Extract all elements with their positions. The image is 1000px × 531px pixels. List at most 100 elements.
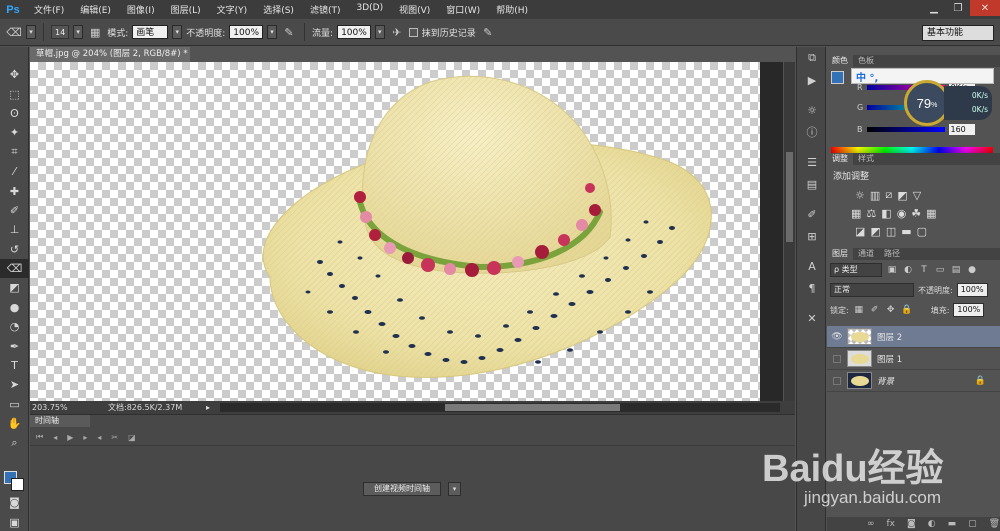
panel-foreground-swatch[interactable]	[831, 71, 844, 84]
menu-item[interactable]: 图像(I)	[119, 3, 163, 16]
info-panel-icon[interactable]: ⓘ	[797, 121, 827, 143]
paint-bucket-tool-icon[interactable]: ◩	[0, 278, 29, 297]
filter-toggle-icon[interactable]: ●	[966, 264, 978, 276]
brush-size-dropdown[interactable]: ▾	[73, 25, 84, 39]
close-button[interactable]: ✕	[970, 0, 1000, 16]
photo-filter-icon[interactable]: ◉	[897, 207, 907, 220]
eraser-tool-icon[interactable]: ⌫	[6, 24, 22, 40]
new-adjustment-icon[interactable]: ◐	[928, 519, 936, 529]
link-layers-icon[interactable]: ∞	[867, 519, 875, 529]
eyedropper-tool-icon[interactable]: ⁄	[0, 162, 29, 181]
menu-item[interactable]: 图层(L)	[163, 3, 209, 16]
eraser-tool-icon[interactable]: ⌫	[0, 258, 29, 279]
history-panel-icon[interactable]: ⧉	[797, 47, 827, 69]
menu-item[interactable]: 视图(V)	[391, 3, 438, 16]
tab-adjustments[interactable]: 调整	[827, 153, 853, 165]
delete-layer-icon[interactable]: 🗑	[989, 519, 1000, 529]
selective-color-icon[interactable]: ▢	[917, 225, 927, 238]
marquee-tool-icon[interactable]: ⬚	[0, 84, 29, 103]
lock-position-icon[interactable]: ✥	[885, 304, 897, 316]
visibility-toggle[interactable]	[833, 354, 841, 363]
vertical-scroll-thumb[interactable]	[786, 152, 793, 242]
create-video-timeline-dropdown[interactable]: ▾	[448, 482, 461, 496]
fill-field[interactable]: 100%	[953, 303, 985, 317]
layer-filter-select[interactable]: ρ 类型	[830, 263, 882, 277]
magic-wand-tool-icon[interactable]: ✦	[0, 123, 29, 142]
brightness-contrast-icon[interactable]: ☼	[855, 189, 865, 202]
split-icon[interactable]: ✂	[111, 433, 118, 442]
gradient-map-icon[interactable]: ▬	[901, 225, 911, 238]
filter-adjust-icon[interactable]: ◐	[902, 264, 914, 276]
menu-item[interactable]: 3D(D)	[348, 3, 391, 16]
layer-name[interactable]: 图层 1	[877, 353, 902, 365]
document-canvas-area[interactable]	[30, 62, 783, 401]
crop-tool-icon[interactable]: ⌗	[0, 143, 29, 162]
dodge-tool-icon[interactable]: ◔	[0, 317, 29, 336]
menu-item[interactable]: 帮助(H)	[488, 3, 536, 16]
brush-size-picker[interactable]: 14	[51, 25, 70, 39]
workspace-select[interactable]: 基本功能	[922, 25, 994, 41]
restore-button[interactable]: ❐	[946, 0, 970, 16]
invert-icon[interactable]: ◪	[855, 225, 865, 238]
pressure-size-icon[interactable]: ✎	[480, 24, 496, 40]
levels-icon[interactable]: ▥	[870, 189, 880, 202]
tab-styles[interactable]: 样式	[853, 153, 879, 165]
filter-shape-icon[interactable]: ▭	[934, 264, 946, 276]
layer-row[interactable]: 👁 图层 2	[827, 326, 1000, 348]
color-balance-icon[interactable]: ⚖	[866, 207, 876, 220]
horizontal-scroll-thumb[interactable]	[445, 404, 620, 411]
tool-preset-dropdown[interactable]: ▾	[26, 25, 36, 39]
hand-tool-icon[interactable]: ✋	[0, 414, 29, 433]
mode-dropdown[interactable]: ▾	[172, 25, 183, 39]
filter-type-icon[interactable]: T	[918, 264, 930, 276]
history-brush-tool-icon[interactable]: ↺	[0, 240, 29, 259]
screen-mode-icon[interactable]: ▣	[0, 513, 29, 531]
quick-mask-icon[interactable]: ◙	[0, 493, 29, 512]
clone-stamp-tool-icon[interactable]: ⊥	[0, 220, 29, 239]
layer-opacity-field[interactable]: 100%	[956, 283, 988, 297]
minimize-button[interactable]: ▁	[922, 0, 946, 16]
lasso-tool-icon[interactable]: ʘ	[0, 104, 29, 123]
actions-panel-icon[interactable]: ▶	[797, 69, 827, 91]
lock-all-icon[interactable]: 🔒	[901, 304, 913, 316]
menu-item[interactable]: 窗口(W)	[438, 3, 488, 16]
next-frame-icon[interactable]: ▸	[83, 433, 87, 442]
layer-style-icon[interactable]: fx	[887, 519, 896, 529]
layer-name[interactable]: 图层 2	[877, 331, 902, 343]
menu-item[interactable]: 文件(F)	[26, 3, 72, 16]
character-panel-icon[interactable]: A	[797, 255, 827, 277]
color-swatches[interactable]	[4, 471, 26, 493]
layer-name[interactable]: 背景	[877, 375, 894, 387]
blend-mode-select[interactable]: 正常	[830, 283, 914, 297]
first-frame-icon[interactable]: ⏮	[36, 432, 43, 442]
flow-dropdown[interactable]: ▾	[374, 25, 385, 39]
new-group-icon[interactable]: ▬	[948, 519, 957, 529]
filter-pixel-icon[interactable]: ▣	[886, 264, 898, 276]
color-lookup-icon[interactable]: ▦	[926, 207, 936, 220]
play-icon[interactable]: ▶	[67, 433, 73, 442]
prev-frame-icon[interactable]: ◂	[53, 433, 57, 442]
path-selection-tool-icon[interactable]: ➤	[0, 375, 29, 394]
menu-item[interactable]: 选择(S)	[255, 3, 302, 16]
brush-panel-icon[interactable]: ▦	[87, 24, 103, 40]
opacity-field[interactable]: 100%	[229, 25, 264, 39]
audio-icon[interactable]: ◂	[97, 433, 101, 442]
transition-icon[interactable]: ◪	[128, 433, 136, 442]
menu-item[interactable]: 文字(Y)	[209, 3, 256, 16]
create-video-timeline-button[interactable]: 创建视频时间轴	[363, 482, 441, 496]
curves-icon[interactable]: ⧄	[885, 188, 892, 202]
black-white-icon[interactable]: ◧	[881, 207, 891, 220]
airbrush-icon[interactable]: ✈	[389, 24, 405, 40]
shape-tool-icon[interactable]: ▭	[0, 395, 29, 414]
healing-brush-tool-icon[interactable]: ✚	[0, 181, 29, 200]
channel-mixer-icon[interactable]: ☘	[911, 207, 921, 220]
tab-channels[interactable]: 通道	[853, 248, 879, 260]
layer-comps-icon[interactable]: ▤	[797, 173, 827, 195]
type-tool-icon[interactable]: T	[0, 356, 29, 375]
visibility-toggle[interactable]	[833, 376, 841, 385]
menu-item[interactable]: 滤镜(T)	[302, 3, 349, 16]
flow-field[interactable]: 100%	[337, 25, 371, 39]
horizontal-scrollbar[interactable]	[220, 403, 780, 412]
paragraph-panel-icon[interactable]: ¶	[797, 277, 827, 299]
tool-presets-icon[interactable]: ✕	[797, 307, 827, 329]
